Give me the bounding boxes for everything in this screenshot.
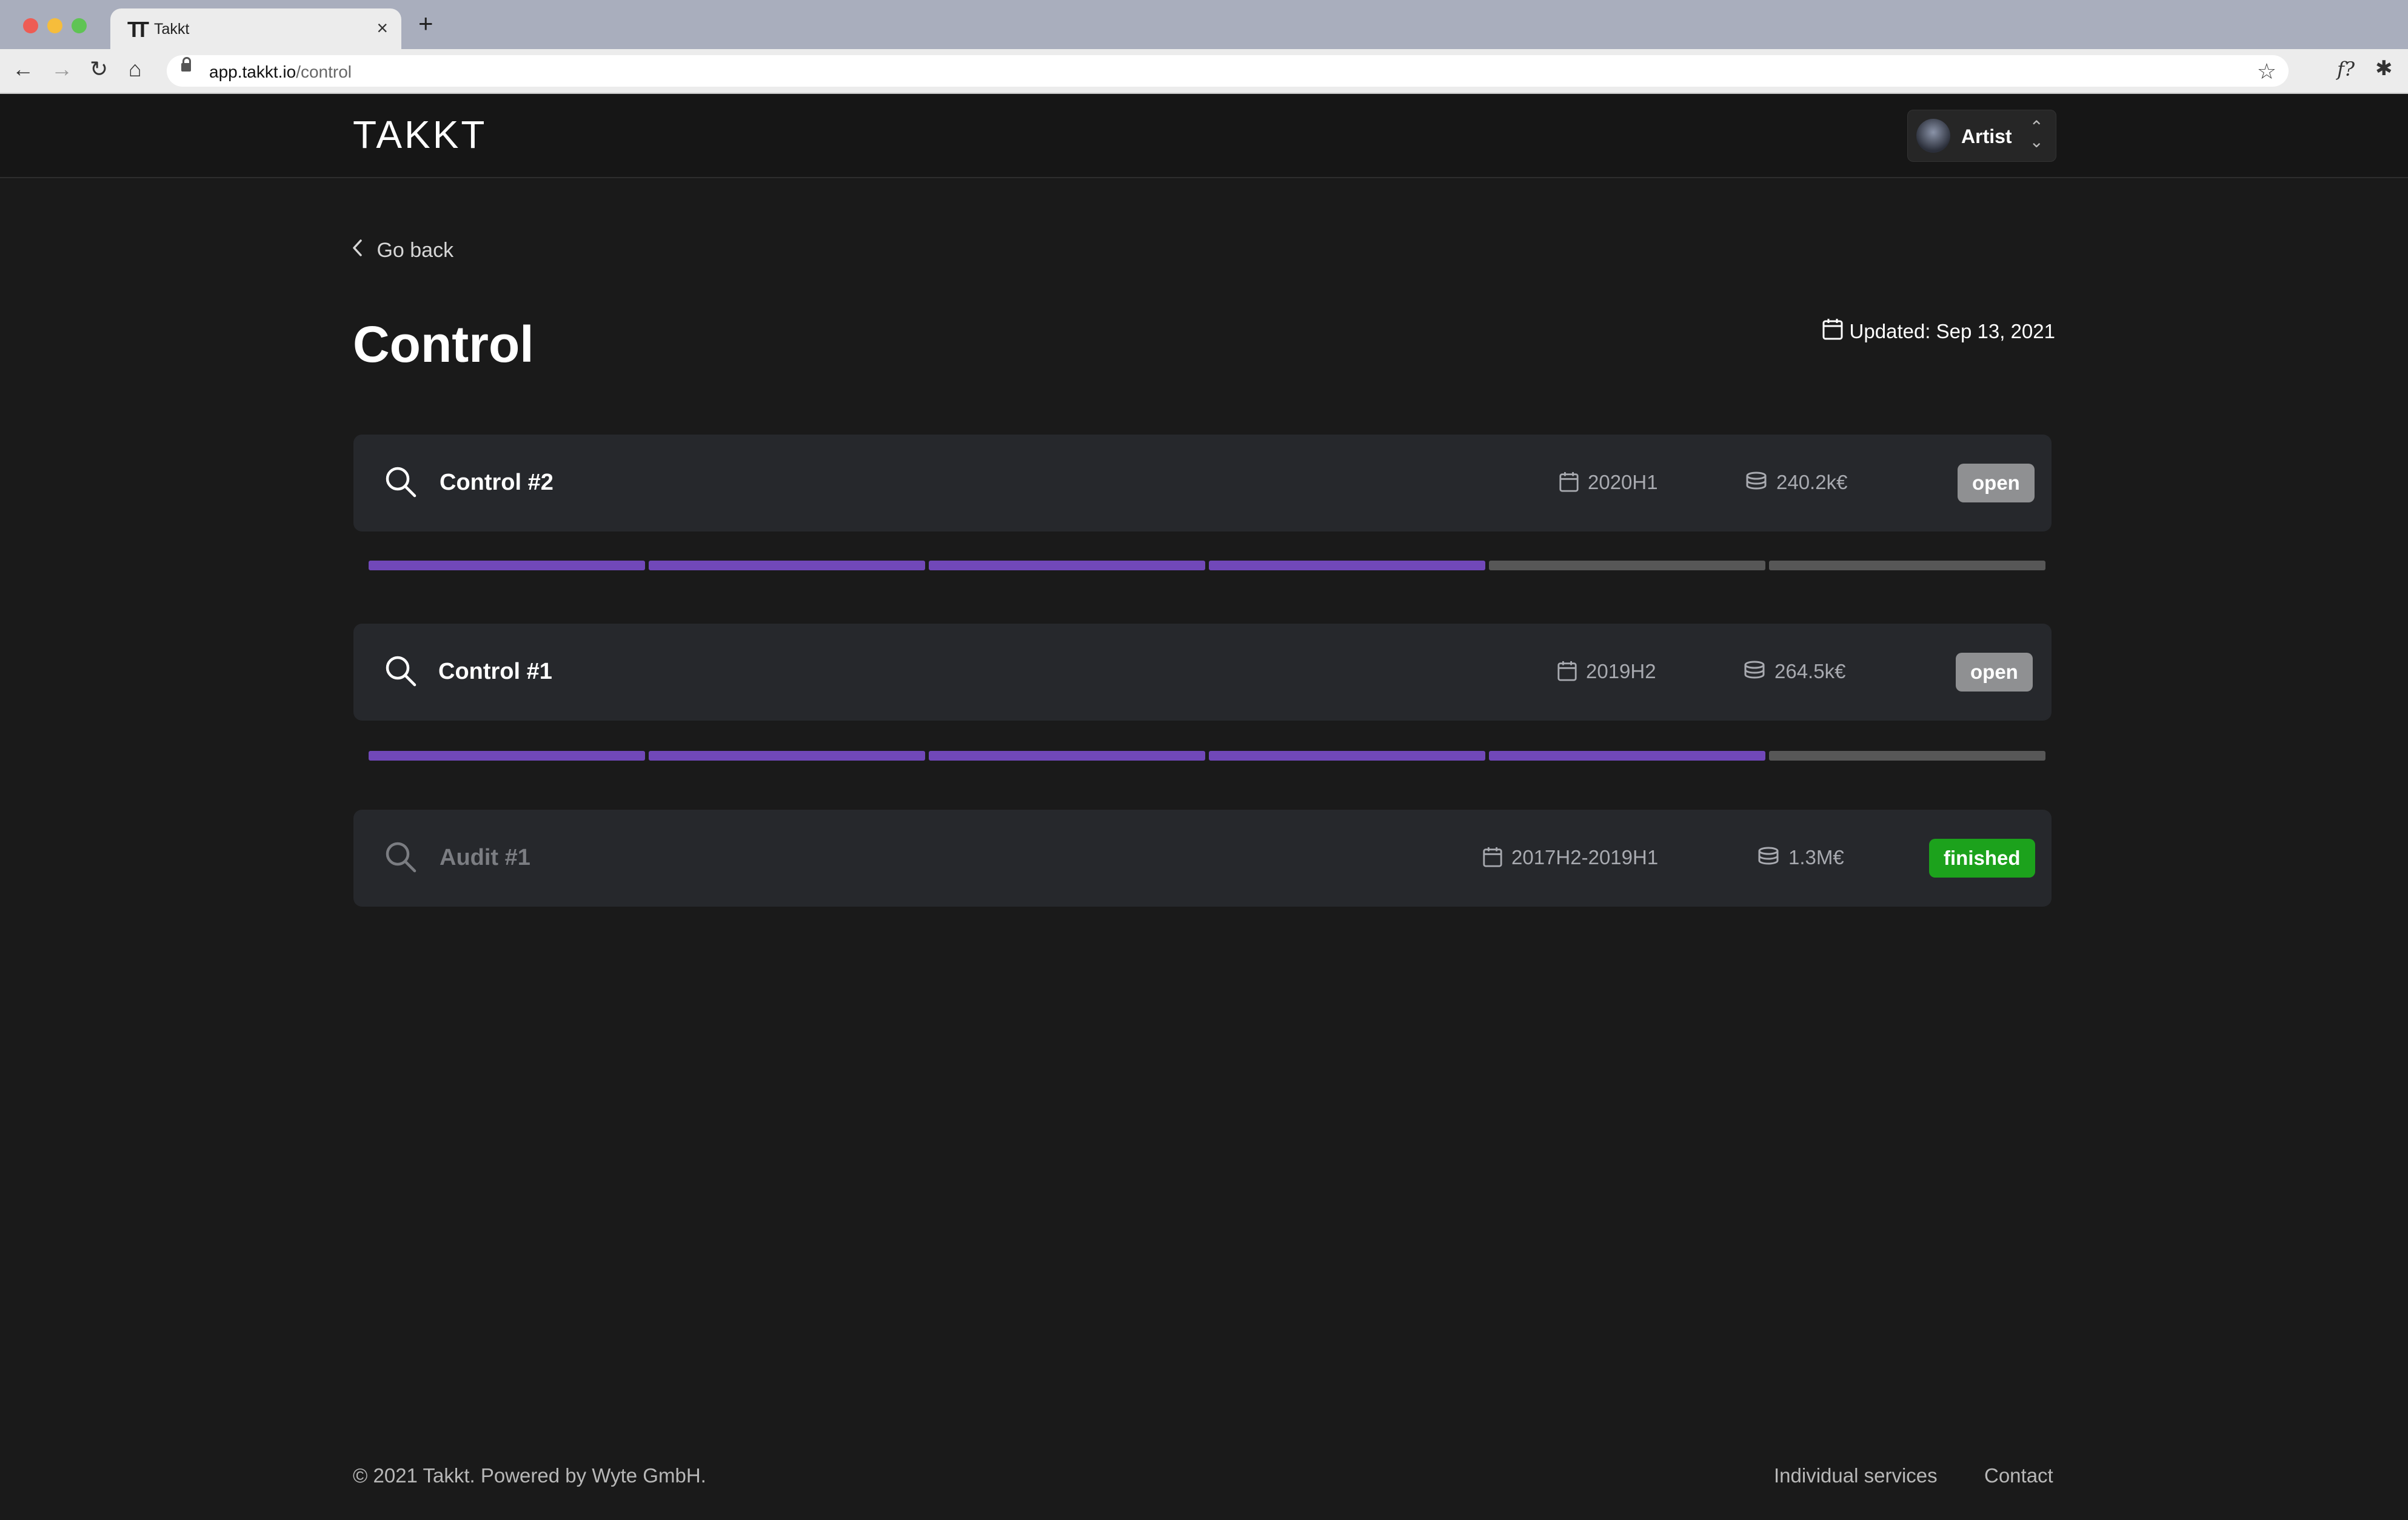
app-header: TAKKT Artist ⌃ ⌄ [0,94,2408,178]
chevron-up-down-icon: ⌃ ⌄ [2029,118,2044,151]
browser-toolbar: ← → ↻ ⌂ app.takkt.io/control ☆ f? ✱ [0,49,2408,94]
takkt-favicon-icon: TT [127,17,149,42]
search-icon [386,842,416,873]
tab-close-icon[interactable]: × [376,17,388,39]
footer-copyright: © 2021 Takkt. Powered by Wyte GmbH. [353,1464,706,1487]
progress-bar [369,751,2045,761]
progress-segment-pending [1769,751,2045,761]
card-amount: 240.2k€ [1745,471,1847,494]
forward-arrow-icon[interactable]: → [51,56,73,82]
individual-services-link[interactable]: Individual services [1774,1464,1938,1487]
card-period: 2017H2-2019H1 [1482,846,1658,869]
progress-segment-done [1209,561,1485,570]
progress-segment-pending [1769,561,2045,570]
browser-tab[interactable]: TT Takkt × [110,8,401,49]
updated-label: Updated: Sep 13, 2021 [1849,320,2055,342]
address-bar[interactable]: app.takkt.io/control ☆ [167,55,2289,87]
control-card[interactable]: Control #1 2019H2 264.5k€ open [353,624,2052,721]
updated-date: Updated: Sep 13, 2021 [1822,318,2055,343]
bookmark-star-icon[interactable]: ☆ [2257,59,2276,84]
progress-segment-done [1489,751,1765,761]
search-icon [386,467,416,498]
progress-bar [369,561,2045,570]
window-close-button[interactable] [23,18,38,33]
lock-icon [181,57,191,72]
progress-segment-done [1209,751,1485,761]
avatar [1916,119,1950,153]
home-icon[interactable]: ⌂ [129,56,142,82]
coins-stack-icon [1744,661,1765,679]
progress-segment-done [649,561,925,570]
go-back-label: Go back [376,239,454,262]
card-amount: 264.5k€ [1743,660,1845,683]
chevron-left-icon [353,239,362,256]
card-period: 2020H1 [1559,471,1658,494]
reload-icon[interactable]: ↻ [90,56,108,82]
progress-segment-done [929,561,1205,570]
url-text: app.takkt.io/control [209,62,352,81]
takkt-logo[interactable]: TAKKT [353,112,487,157]
progress-segment-done [369,561,645,570]
status-badge: open [1958,464,2035,502]
calendar-icon [1483,847,1502,867]
status-badge: finished [1929,839,2035,878]
progress-segment-done [369,751,645,761]
window-minimize-button[interactable] [47,18,62,33]
tab-title: Takkt [154,21,190,38]
calendar-icon [1557,661,1577,681]
progress-segment-pending [1489,561,1765,570]
coins-stack-icon [1758,847,1779,865]
coins-stack-icon [1746,472,1767,490]
control-card[interactable]: Control #2 2020H1 240.2k€ open [353,435,2052,532]
card-amount: 1.3M€ [1757,846,1844,869]
status-badge: open [1956,653,2033,692]
account-name: Artist [1961,125,2012,147]
card-title: Control #1 [438,659,552,684]
contact-link[interactable]: Contact [1984,1464,2053,1487]
progress-segment-done [649,751,925,761]
back-arrow-icon[interactable]: ← [12,56,34,82]
card-period: 2019H2 [1557,660,1656,683]
progress-segment-done [929,751,1205,761]
page-title: Control [353,316,534,373]
account-switcher[interactable]: Artist ⌃ ⌄ [1907,110,2056,162]
window-maximize-button[interactable] [72,18,87,33]
calendar-icon [1559,472,1579,492]
new-tab-button[interactable]: + [418,11,433,36]
card-title: Control #2 [440,470,554,495]
go-back-link[interactable]: Go back [352,239,453,262]
card-title: Audit #1 [440,845,530,870]
audit-card[interactable]: Audit #1 2017H2-2019H1 1.3M€ finished [353,810,2052,907]
extension-function-icon[interactable]: f? [2337,58,2355,81]
extensions-puzzle-icon[interactable]: ✱ [2375,56,2393,81]
browser-tab-bar: TT Takkt × + [0,0,2408,49]
search-icon [386,656,416,687]
calendar-icon [1822,319,1843,340]
